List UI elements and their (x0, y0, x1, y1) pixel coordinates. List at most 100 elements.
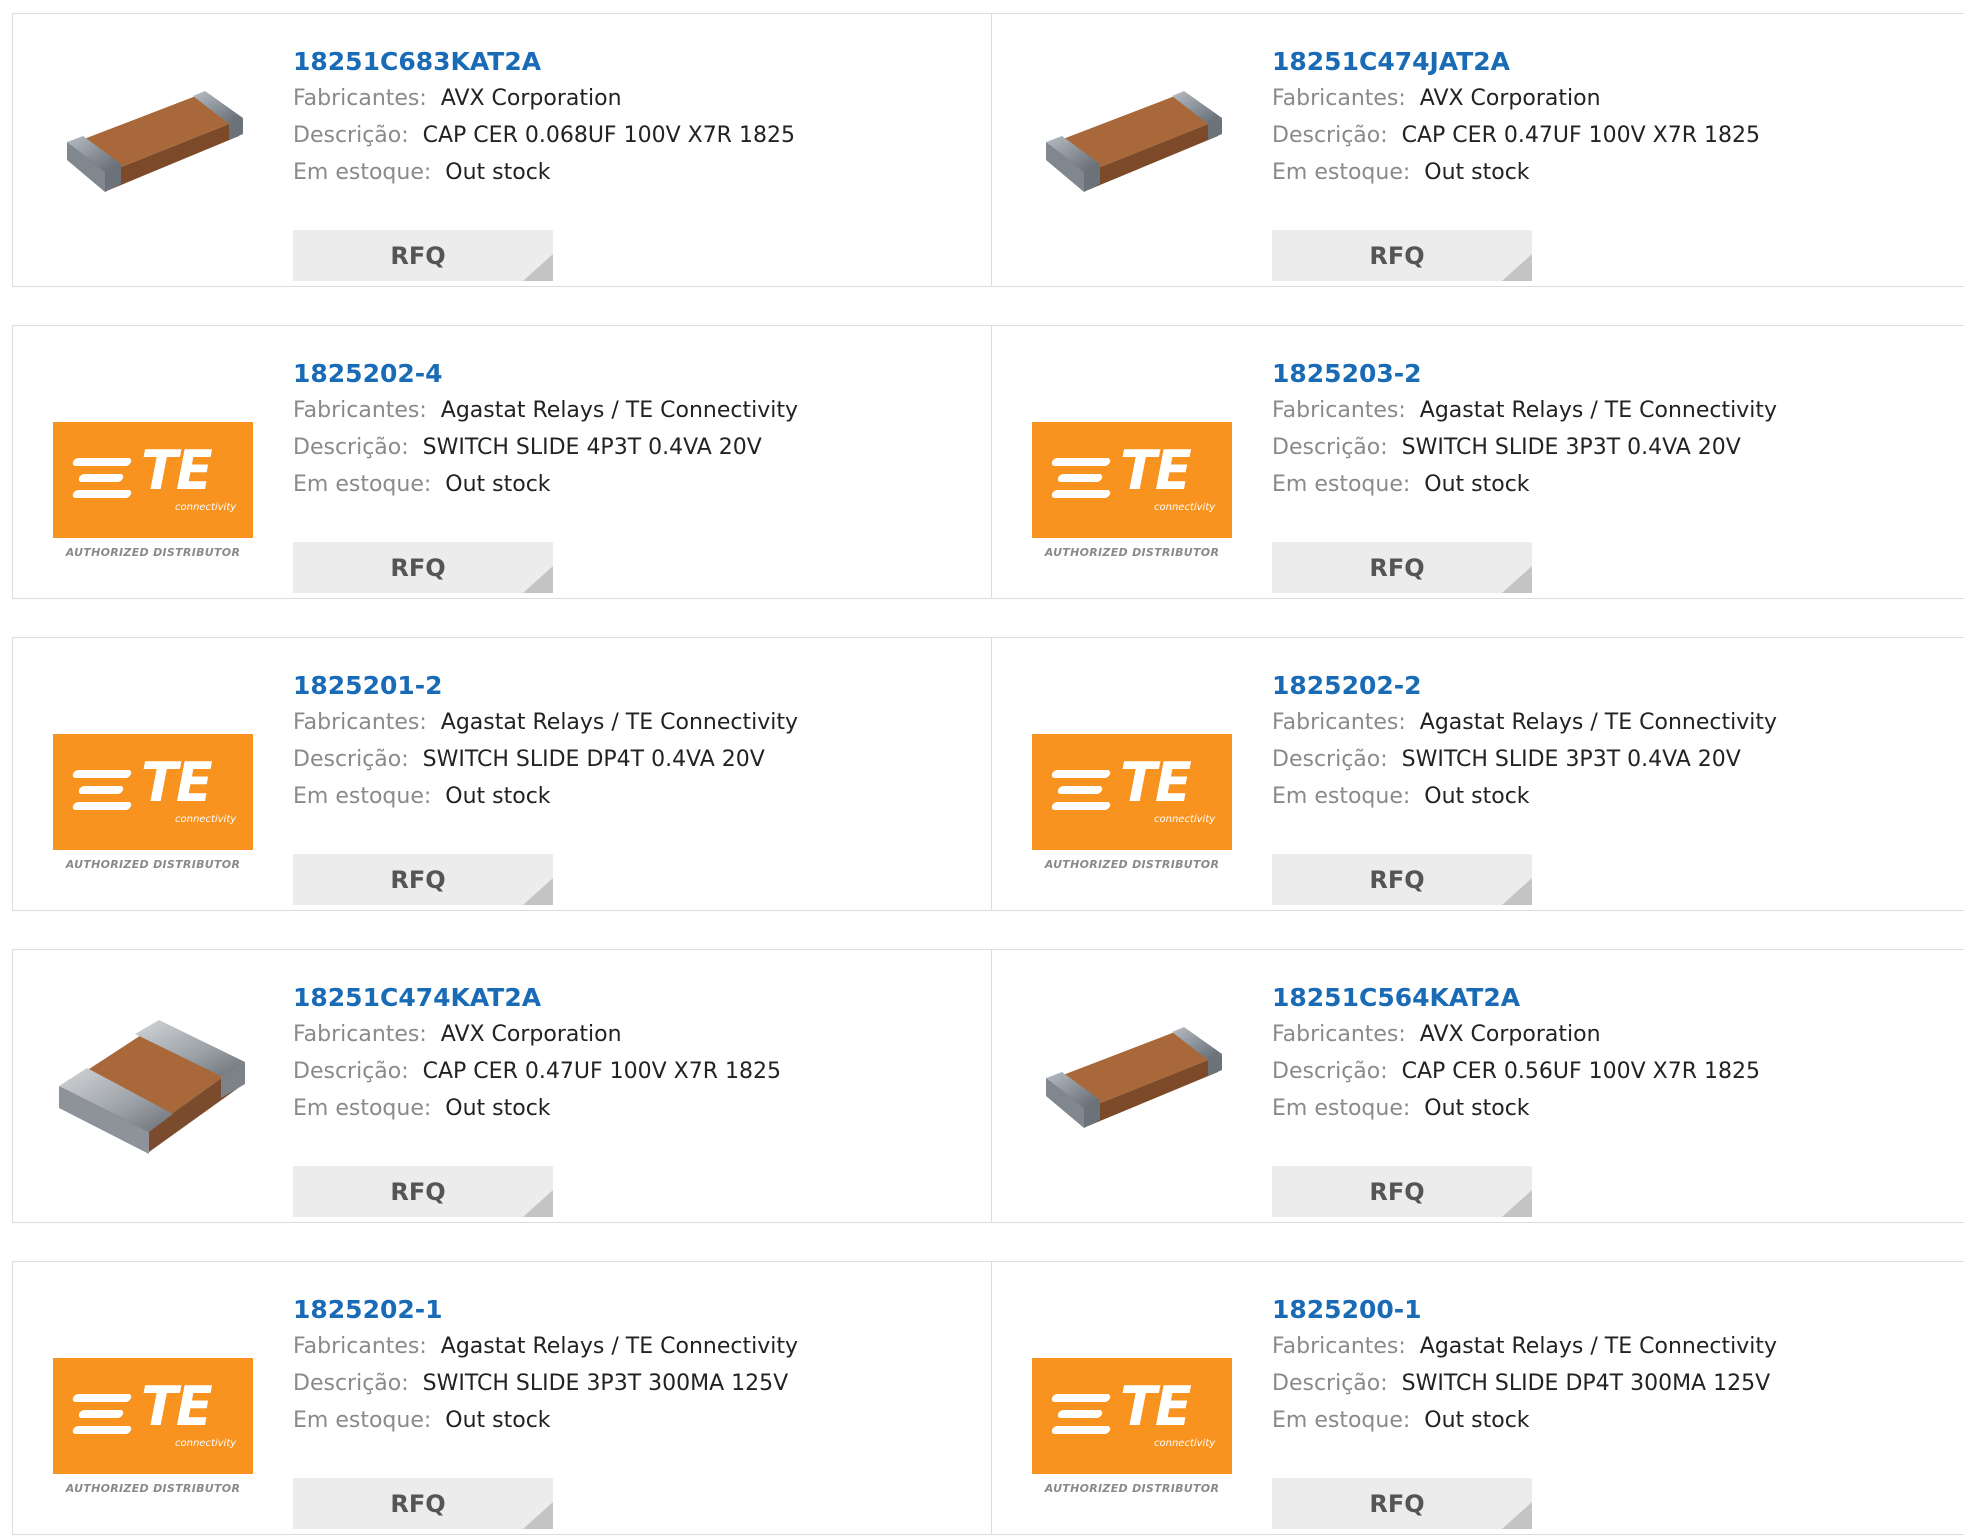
manufacturer-value: Agastat Relays / TE Connectivity (1419, 710, 1777, 735)
part-number-link[interactable]: 1825201-2 (293, 668, 798, 704)
part-number-link[interactable]: 1825202-1 (293, 1292, 798, 1328)
te-logo-badge: TE connectivity (1032, 422, 1232, 538)
rfq-corner-decoration (523, 254, 553, 281)
authorized-distributor-caption: AUTHORIZED DISTRIBUTOR (65, 858, 241, 871)
te-logo-bar (1050, 1426, 1112, 1434)
stock-value: Out stock (445, 784, 551, 809)
product-thumbnail[interactable]: TE connectivity AUTHORIZED DISTRIBUTOR (53, 1302, 253, 1502)
part-number-link[interactable]: 18251C683KAT2A (293, 44, 795, 80)
te-logo-bar (77, 1410, 125, 1418)
rfq-button[interactable]: RFQ (1272, 1478, 1532, 1529)
manufacturer-value: AVX Corporation (440, 86, 622, 111)
description-line: Descrição: SWITCH SLIDE 3P3T 0.4VA 20V (1272, 741, 1777, 778)
description-label: Descrição: (293, 1059, 409, 1084)
part-number-link[interactable]: 18251C474JAT2A (1272, 44, 1760, 80)
te-logo-mark: TE (1120, 751, 1192, 814)
description-line: Descrição: CAP CER 0.47UF 100V X7R 1825 (293, 1053, 781, 1090)
product-row: TE connectivity AUTHORIZED DISTRIBUTOR 1825… (12, 325, 1964, 599)
description-label: Descrição: (1272, 747, 1388, 772)
product-info: 18251C683KAT2A Fabricantes: AVX Corporatio… (293, 44, 795, 281)
te-logo-bar (71, 458, 133, 466)
description-label: Descrição: (293, 747, 409, 772)
product-card: TE connectivity AUTHORIZED DISTRIBUTOR 1825… (991, 638, 1964, 910)
stock-label: Em estoque: (293, 1096, 432, 1121)
rfq-button[interactable]: RFQ (293, 230, 553, 281)
manufacturer-line: Fabricantes: Agastat Relays / TE Connecti… (1272, 704, 1777, 741)
description-value: SWITCH SLIDE 3P3T 0.4VA 20V (1401, 747, 1741, 772)
rfq-button[interactable]: RFQ (293, 1478, 553, 1529)
product-card: 18251C683KAT2A Fabricantes: AVX Corporatio… (13, 14, 991, 286)
description-label: Descrição: (1272, 435, 1388, 460)
te-logo-bar (71, 802, 133, 810)
product-thumbnail[interactable]: TE connectivity AUTHORIZED DISTRIBUTOR (1032, 1302, 1232, 1502)
stock-value: Out stock (1424, 472, 1530, 497)
product-thumbnail[interactable]: TE connectivity AUTHORIZED DISTRIBUTOR (1032, 366, 1232, 566)
part-number-link[interactable]: 18251C474KAT2A (293, 980, 781, 1016)
manufacturer-line: Fabricantes: AVX Corporation (293, 1016, 781, 1053)
authorized-distributor-caption: AUTHORIZED DISTRIBUTOR (1044, 546, 1220, 559)
te-logo-mark: TE (1120, 439, 1192, 502)
description-label: Descrição: (293, 435, 409, 460)
manufacturer-value: Agastat Relays / TE Connectivity (440, 710, 798, 735)
product-thumbnail[interactable]: TE connectivity AUTHORIZED DISTRIBUTOR (53, 366, 253, 566)
manufacturer-line: Fabricantes: Agastat Relays / TE Connecti… (293, 1328, 798, 1365)
rfq-button[interactable]: RFQ (1272, 542, 1532, 593)
manufacturer-label: Fabricantes: (293, 398, 427, 423)
part-number-link[interactable]: 1825202-4 (293, 356, 798, 392)
stock-label: Em estoque: (1272, 784, 1411, 809)
rfq-corner-decoration (523, 1190, 553, 1217)
manufacturer-line: Fabricantes: Agastat Relays / TE Connecti… (1272, 1328, 1777, 1365)
product-card: TE connectivity AUTHORIZED DISTRIBUTOR 1825… (13, 326, 991, 598)
rfq-button[interactable]: RFQ (1272, 1166, 1532, 1217)
description-line: Descrição: SWITCH SLIDE DP4T 0.4VA 20V (293, 741, 798, 778)
description-label: Descrição: (1272, 1059, 1388, 1084)
rfq-label: RFQ (390, 241, 446, 270)
authorized-distributor-caption: AUTHORIZED DISTRIBUTOR (1044, 858, 1220, 871)
stock-label: Em estoque: (293, 784, 432, 809)
product-thumbnail[interactable]: TE connectivity AUTHORIZED DISTRIBUTOR (53, 678, 253, 878)
product-thumbnail[interactable] (53, 54, 253, 254)
product-info: 1825203-2 Fabricantes: Agastat Relays / TE… (1272, 356, 1777, 593)
manufacturer-value: AVX Corporation (440, 1022, 622, 1047)
part-number-link[interactable]: 1825202-2 (1272, 668, 1777, 704)
description-label: Descrição: (1272, 1371, 1388, 1396)
product-thumbnail[interactable] (53, 990, 253, 1190)
stock-line: Em estoque: Out stock (293, 1090, 781, 1127)
stock-label: Em estoque: (1272, 472, 1411, 497)
rfq-button[interactable]: RFQ (1272, 854, 1532, 905)
product-card: TE connectivity AUTHORIZED DISTRIBUTOR 1825… (991, 326, 1964, 598)
te-logo-bar (71, 490, 133, 498)
rfq-corner-decoration (1502, 1502, 1532, 1529)
rfq-button[interactable]: RFQ (293, 854, 553, 905)
stock-value: Out stock (445, 472, 551, 497)
te-logo-mark: TE (1120, 1375, 1192, 1438)
description-line: Descrição: SWITCH SLIDE DP4T 300MA 125V (1272, 1365, 1777, 1402)
rfq-button[interactable]: RFQ (293, 542, 553, 593)
rfq-corner-decoration (1502, 878, 1532, 905)
product-thumbnail[interactable]: TE connectivity AUTHORIZED DISTRIBUTOR (1032, 678, 1232, 878)
description-value: SWITCH SLIDE 3P3T 300MA 125V (422, 1371, 789, 1396)
part-number-link[interactable]: 1825200-1 (1272, 1292, 1777, 1328)
part-number-link[interactable]: 1825203-2 (1272, 356, 1777, 392)
te-logo-mark: TE (141, 751, 213, 814)
product-card: 18251C474KAT2A Fabricantes: AVX Corporatio… (13, 950, 991, 1222)
rfq-button[interactable]: RFQ (293, 1166, 553, 1217)
description-label: Descrição: (293, 1371, 409, 1396)
te-logo-bar (1050, 458, 1112, 466)
part-number-link[interactable]: 18251C564KAT2A (1272, 980, 1760, 1016)
stock-line: Em estoque: Out stock (1272, 466, 1777, 503)
rfq-label: RFQ (390, 1177, 446, 1206)
authorized-distributor-caption: AUTHORIZED DISTRIBUTOR (65, 1482, 241, 1495)
stock-value: Out stock (445, 1408, 551, 1433)
manufacturer-line: Fabricantes: AVX Corporation (1272, 80, 1760, 117)
te-logo-tagline: connectivity (1154, 1438, 1216, 1449)
manufacturer-value: Agastat Relays / TE Connectivity (1419, 398, 1777, 423)
product-card: 18251C564KAT2A Fabricantes: AVX Corporatio… (991, 950, 1964, 1222)
description-value: CAP CER 0.47UF 100V X7R 1825 (422, 1059, 781, 1084)
product-info: 18251C474KAT2A Fabricantes: AVX Corporatio… (293, 980, 781, 1217)
manufacturer-value: Agastat Relays / TE Connectivity (1419, 1334, 1777, 1359)
product-thumbnail[interactable] (1032, 990, 1232, 1190)
te-logo-badge: TE connectivity (53, 1358, 253, 1474)
rfq-button[interactable]: RFQ (1272, 230, 1532, 281)
product-thumbnail[interactable] (1032, 54, 1232, 254)
